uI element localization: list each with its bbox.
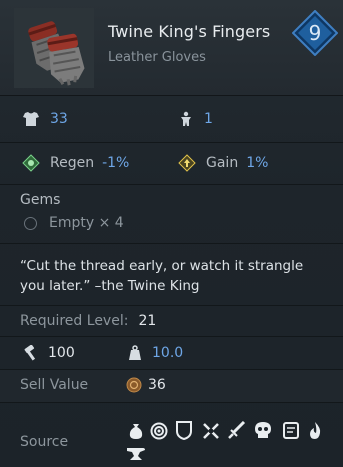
gems-section: Gems Empty × 4 bbox=[0, 185, 343, 244]
gain-stat: Gain 1% bbox=[178, 154, 268, 172]
weight-stat: 10.0 bbox=[128, 345, 183, 361]
durability-section: 100 10.0 bbox=[0, 337, 343, 370]
armor-stat: 33 bbox=[22, 111, 68, 127]
tooltip-header: Twine King's Fingers Leather Gloves 9 bbox=[0, 0, 343, 96]
modifiers-section: Regen -1% Gain 1% bbox=[0, 143, 343, 185]
regen-stat: Regen -1% bbox=[22, 154, 129, 172]
gems-title: Gems bbox=[20, 192, 61, 208]
requirements-section: Required Level: 21 bbox=[0, 306, 343, 337]
armor-value: 33 bbox=[50, 111, 68, 127]
shield-icon bbox=[176, 421, 192, 440]
item-type: Leather Gloves bbox=[108, 50, 206, 65]
gem-slots: Empty × 4 bbox=[24, 215, 124, 231]
pouch-icon bbox=[129, 424, 143, 439]
gem-slots-text: Empty × 4 bbox=[49, 215, 124, 231]
durability-stat: 100 bbox=[22, 345, 75, 361]
armor-icon bbox=[23, 112, 39, 126]
flavor-section: “Cut the thread early, or watch it stran… bbox=[0, 244, 343, 306]
anvil-icon bbox=[127, 448, 145, 460]
weight-icon bbox=[129, 345, 141, 360]
required-level-value: 21 bbox=[138, 313, 157, 329]
leather-gloves-icon bbox=[14, 8, 94, 88]
sell-value: 36 bbox=[148, 377, 166, 393]
stats-section: 33 1 bbox=[0, 96, 343, 143]
hammer-icon bbox=[24, 345, 36, 361]
flavor-quote: “Cut the thread early, or watch it stran… bbox=[20, 258, 304, 294]
regen-value: -1% bbox=[102, 155, 130, 171]
item-tooltip: Twine King's Fingers Leather Gloves 9 33… bbox=[0, 0, 343, 467]
scroll-icon bbox=[283, 422, 299, 439]
target-icon bbox=[150, 422, 168, 440]
coin-icon bbox=[126, 377, 142, 393]
empty-slot-icon bbox=[24, 216, 37, 230]
item-level-number: 9 bbox=[308, 21, 322, 45]
weight-class-stat: 1 bbox=[178, 111, 213, 127]
item-name: Twine King's Fingers bbox=[108, 22, 271, 41]
durability-value: 100 bbox=[48, 345, 75, 361]
crossed-swords-icon bbox=[203, 423, 219, 439]
source-label: Source bbox=[20, 434, 69, 450]
sword-icon bbox=[228, 421, 246, 439]
gain-icon bbox=[178, 154, 196, 172]
required-level-label: Required Level: bbox=[20, 313, 129, 329]
sell-value-row: 36 bbox=[126, 377, 166, 393]
weight-value: 10.0 bbox=[152, 345, 184, 361]
sell-label: Sell Value bbox=[20, 377, 89, 393]
gain-label: Gain bbox=[206, 155, 239, 171]
regen-label: Regen bbox=[50, 155, 95, 171]
flame-icon bbox=[310, 422, 321, 439]
skull-icon bbox=[255, 422, 271, 438]
regen-icon bbox=[22, 154, 40, 172]
required-level: Required Level: 21 bbox=[20, 313, 156, 329]
gain-value: 1% bbox=[246, 155, 269, 171]
sell-section: Sell Value 36 bbox=[0, 370, 343, 403]
weight-class-value: 1 bbox=[204, 111, 213, 127]
figure-icon bbox=[181, 111, 191, 126]
